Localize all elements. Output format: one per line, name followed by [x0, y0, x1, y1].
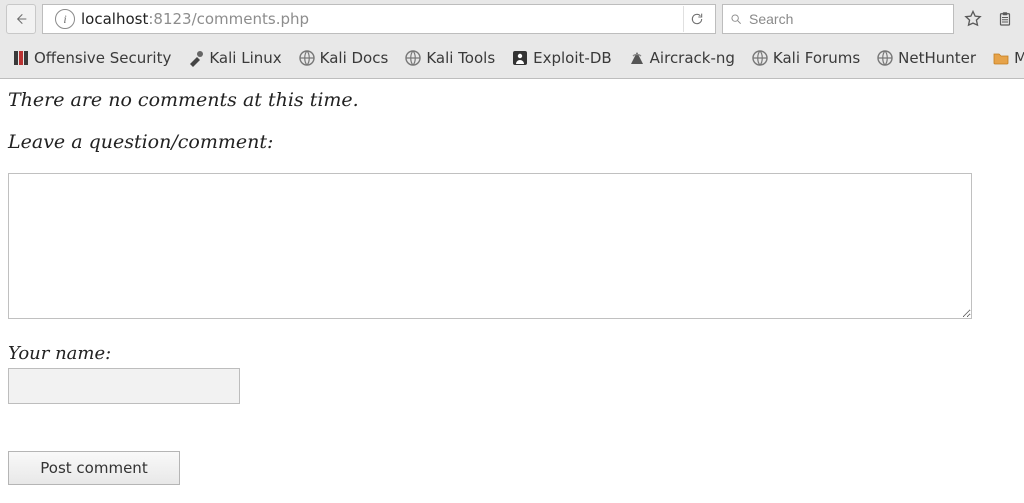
name-label: Your name: [8, 343, 1016, 364]
arrow-left-icon [13, 11, 29, 27]
comment-textarea[interactable] [8, 173, 972, 319]
no-comments-text: There are no comments at this time. [8, 89, 1016, 111]
info-icon[interactable]: i [55, 9, 75, 29]
bookmark-aircrack-ng[interactable]: Aircrack-ng [622, 45, 741, 71]
exploitdb-icon [511, 49, 529, 67]
bookmark-kali-docs[interactable]: Kali Docs [292, 45, 395, 71]
reload-icon [689, 11, 705, 27]
star-icon [963, 9, 983, 29]
globe-icon [751, 49, 769, 67]
clipboard-icon [996, 10, 1014, 28]
browser-chrome: i localhost:8123/comments.php Offensive … [0, 0, 1024, 79]
bookmark-exploit-db[interactable]: Exploit-DB [505, 45, 618, 71]
post-comment-button[interactable]: Post comment [8, 451, 180, 485]
offsec-icon [12, 49, 30, 67]
search-input[interactable] [749, 11, 947, 27]
bookmark-label: Kali Linux [209, 49, 281, 67]
antenna-icon [628, 49, 646, 67]
leave-comment-label: Leave a question/comment: [8, 131, 1016, 153]
bookmark-star-button[interactable] [960, 6, 986, 32]
folder-icon [992, 49, 1010, 67]
nav-toolbar: i localhost:8123/comments.php [0, 0, 1024, 38]
bookmark-label: Aircrack-ng [650, 49, 735, 67]
clipboard-button[interactable] [992, 6, 1018, 32]
globe-icon [404, 49, 422, 67]
bookmark-label: Kali Tools [426, 49, 495, 67]
page-content: There are no comments at this time. Leav… [0, 79, 1024, 495]
search-bar[interactable] [722, 4, 954, 34]
bookmark-label: Kali Docs [320, 49, 389, 67]
back-button[interactable] [6, 4, 36, 34]
bookmark-label: Most [1014, 49, 1024, 67]
bookmark-kali-forums[interactable]: Kali Forums [745, 45, 866, 71]
globe-icon [298, 49, 316, 67]
url-bar[interactable]: i localhost:8123/comments.php [42, 4, 716, 34]
name-input[interactable] [8, 368, 240, 404]
bookmark-label: Exploit-DB [533, 49, 612, 67]
url-host: localhost [81, 10, 148, 28]
bookmark-label: Kali Forums [773, 49, 860, 67]
bookmark-offensive-security[interactable]: Offensive Security [6, 45, 177, 71]
reload-button[interactable] [683, 6, 709, 32]
bookmark-nethunter[interactable]: NetHunter [870, 45, 982, 71]
tool-icon [187, 49, 205, 67]
url-text: localhost:8123/comments.php [81, 10, 677, 28]
bookmark-kali-tools[interactable]: Kali Tools [398, 45, 501, 71]
bookmark-label: Offensive Security [34, 49, 171, 67]
search-icon [729, 12, 743, 26]
bookmark-most-visited[interactable]: Most [986, 45, 1024, 71]
bookmark-kali-linux[interactable]: Kali Linux [181, 45, 287, 71]
bookmark-label: NetHunter [898, 49, 976, 67]
bookmarks-toolbar: Offensive Security Kali Linux Kali Docs … [0, 38, 1024, 78]
url-rest: :8123/comments.php [148, 10, 309, 28]
globe-icon [876, 49, 894, 67]
